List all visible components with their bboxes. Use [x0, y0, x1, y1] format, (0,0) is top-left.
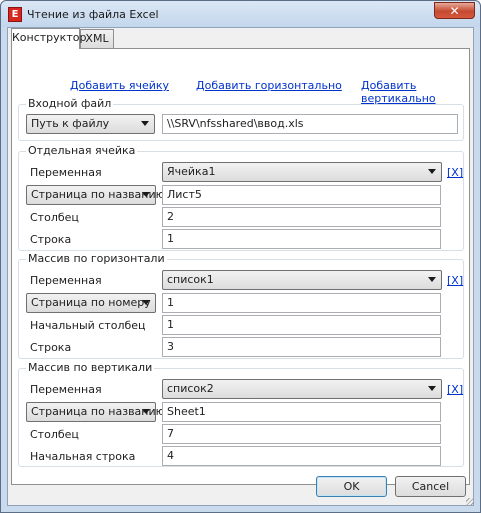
cancel-button[interactable]: Cancel: [395, 476, 466, 497]
start-column-label: Начальный столбец: [30, 319, 146, 332]
variable-select[interactable]: Ячейка1: [162, 162, 442, 182]
variable-label: Переменная: [30, 383, 102, 396]
chevron-down-icon: [428, 169, 436, 174]
start-column-input[interactable]: 1: [162, 315, 441, 335]
variable-label: Переменная: [30, 274, 102, 287]
horizontal-array-group: Массив по горизонтали Переменная список1…: [18, 252, 464, 359]
column-label: Столбец: [30, 211, 79, 224]
dialog-window: E Чтение из файла Excel ✕ Конструктор XM…: [0, 0, 481, 513]
ok-button[interactable]: OK: [316, 476, 387, 497]
add-horizontal-link[interactable]: Добавить горизонтально: [196, 79, 342, 92]
close-button[interactable]: ✕: [434, 2, 475, 19]
window-title: Чтение из файла Excel: [27, 8, 159, 21]
vertical-array-group: Массив по вертикали Переменная список2 […: [18, 361, 464, 467]
variable-select[interactable]: список2: [162, 379, 442, 399]
column-input[interactable]: 2: [162, 207, 441, 227]
horizontal-array-title: Массив по горизонтали: [26, 252, 167, 265]
vertical-array-title: Массив по вертикали: [26, 361, 155, 374]
title-bar[interactable]: E Чтение из файла Excel ✕: [1, 1, 480, 27]
chevron-down-icon: [142, 192, 150, 197]
single-cell-title: Отдельная ячейка: [26, 144, 138, 157]
sheet-name-input[interactable]: Sheet1: [162, 402, 441, 422]
variable-value: список1: [167, 273, 214, 286]
excel-app-icon: E: [8, 7, 22, 22]
column-label: Столбец: [30, 428, 79, 441]
constructor-panel: Добавить ячейку Добавить горизонтально Д…: [11, 48, 470, 485]
sheet-mode-select[interactable]: Страница по номеру: [26, 293, 156, 313]
file-source-value: Путь к файлу: [31, 117, 110, 130]
input-file-title: Входной файл: [26, 97, 114, 110]
input-file-group: Входной файл Путь к файлу \\SRV\nfsshare…: [18, 97, 464, 141]
sheet-mode-select[interactable]: Страница по названию: [26, 185, 165, 205]
row-input[interactable]: 1: [162, 229, 441, 249]
variable-value: список2: [167, 382, 214, 395]
chevron-down-icon: [142, 409, 150, 414]
add-vertical-link[interactable]: Добавить вертикально: [361, 79, 469, 105]
start-row-label: Начальная строка: [30, 450, 136, 463]
remove-horizontal-link[interactable]: [X]: [447, 274, 463, 287]
variable-select[interactable]: список1: [162, 270, 442, 290]
chevron-down-icon: [428, 277, 436, 282]
sheet-number-input[interactable]: 1: [162, 293, 441, 313]
row-label: Строка: [30, 233, 72, 246]
remove-cell-link[interactable]: [X]: [447, 166, 463, 179]
variable-value: Ячейка1: [167, 165, 216, 178]
resize-grip-icon[interactable]: [466, 498, 474, 506]
file-source-select[interactable]: Путь к файлу: [26, 114, 155, 134]
sheet-mode-select[interactable]: Страница по названию: [26, 402, 165, 422]
chevron-down-icon: [141, 121, 149, 126]
file-path-input[interactable]: \\SRV\nfsshared\ввод.xls: [162, 114, 458, 134]
add-cell-link[interactable]: Добавить ячейку: [70, 79, 169, 92]
sheet-mode-value: Страница по номеру: [31, 296, 151, 309]
row-input[interactable]: 3: [162, 337, 441, 357]
start-row-input[interactable]: 4: [162, 446, 441, 466]
single-cell-group: Отдельная ячейка Переменная Ячейка1 [X] …: [18, 144, 464, 251]
tab-constructor[interactable]: Конструктор: [11, 28, 86, 49]
remove-vertical-link[interactable]: [X]: [447, 383, 463, 396]
chevron-down-icon: [428, 386, 436, 391]
column-input[interactable]: 7: [162, 424, 441, 444]
variable-label: Переменная: [30, 166, 102, 179]
sheet-name-input[interactable]: Лист5: [162, 185, 441, 205]
dialog-client-area: Конструктор XML Добавить ячейку Добавить…: [7, 27, 474, 506]
row-label: Строка: [30, 341, 72, 354]
chevron-down-icon: [142, 300, 150, 305]
